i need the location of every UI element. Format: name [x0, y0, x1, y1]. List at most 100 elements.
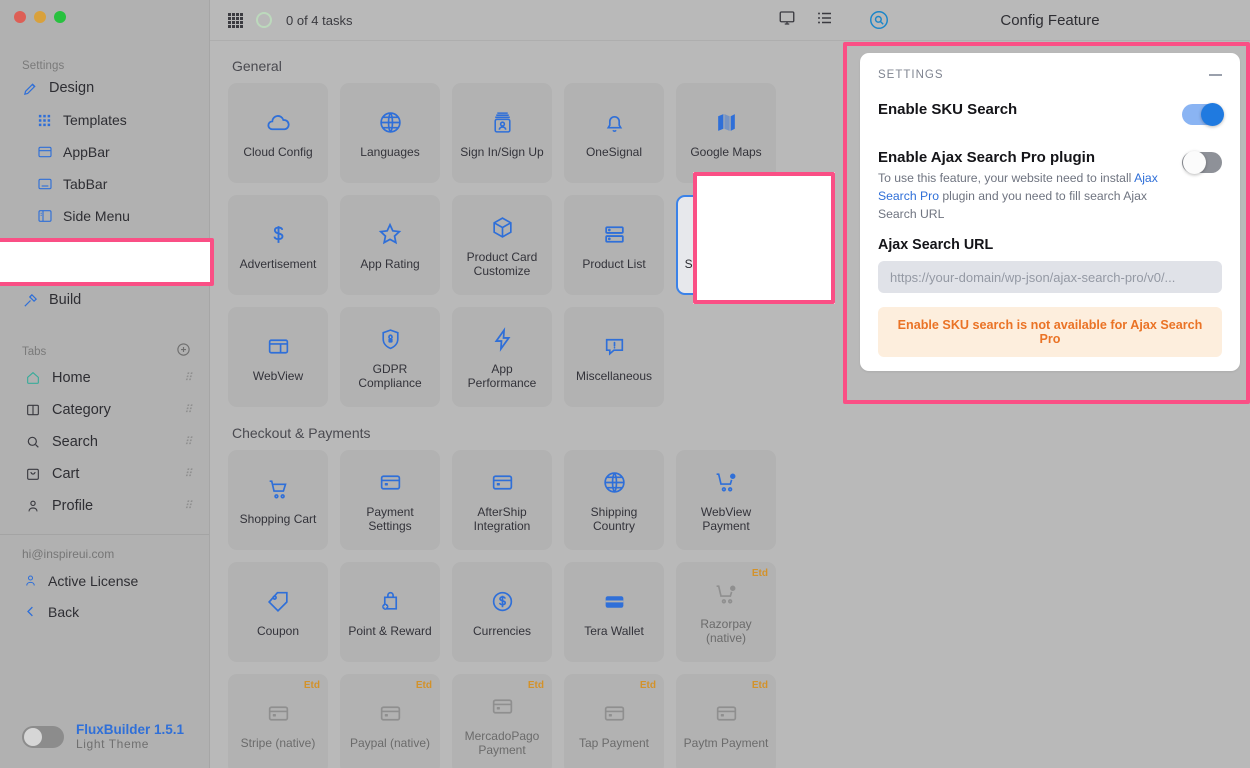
theme-toggle[interactable] — [22, 726, 64, 748]
zoom-button[interactable] — [54, 11, 66, 23]
sidebar-item-design[interactable]: Design — [0, 72, 209, 104]
chevron-left-icon — [22, 603, 39, 620]
status-badge: Etd — [303, 680, 320, 691]
ajax-search-url-input[interactable] — [878, 261, 1222, 293]
feature-card-coupon[interactable]: Coupon — [228, 562, 328, 662]
sidebar-item-appbar[interactable]: AppBar — [0, 136, 209, 168]
sidebar-tab-label: Profile — [52, 498, 94, 514]
build-icon — [22, 292, 39, 309]
feature-card-google-maps[interactable]: Google Maps — [676, 83, 776, 183]
drag-handle-icon[interactable]: ⠿ — [184, 468, 192, 479]
sidebar-item-tabbar[interactable]: TabBar — [0, 168, 209, 200]
drag-handle-icon[interactable]: ⠿ — [184, 404, 192, 415]
sidebar-tab-cart[interactable]: Cart ⠿ — [0, 458, 209, 490]
config-panel-header: Config Feature — [850, 0, 1250, 41]
status-badge: Etd — [639, 680, 656, 691]
design-icon — [22, 80, 39, 97]
feature-card-onesignal[interactable]: OneSignal — [564, 83, 664, 183]
sidebar-tab-home[interactable]: Home ⠿ — [0, 362, 209, 394]
feature-card-app-rating[interactable]: App Rating — [340, 195, 440, 295]
sidebar-settings-label: Settings — [22, 60, 65, 72]
star-icon — [377, 219, 403, 249]
feature-card-paypal-native[interactable]: Etd Paypal (native) — [340, 674, 440, 768]
group-title-general: General — [232, 58, 282, 74]
tag-icon — [266, 586, 291, 616]
sidebar-tab-search[interactable]: Search ⠿ — [0, 426, 209, 458]
feature-card-miscellaneous[interactable]: Miscellaneous — [564, 307, 664, 407]
dollar-icon — [266, 219, 291, 249]
card-grid-checkout: Shopping Cart Payment Settings AfterShip… — [210, 450, 850, 768]
plus-circle-icon[interactable] — [176, 342, 191, 362]
feature-card-shopping-cart[interactable]: Shopping Cart — [228, 450, 328, 550]
feature-card-point-reward[interactable]: Point & Reward — [340, 562, 440, 662]
feature-card-webview-payment[interactable]: WebView Payment — [676, 450, 776, 550]
feature-card-gdpr-compliance[interactable]: GDPR Compliance — [340, 307, 440, 407]
feature-card-label: Languages — [360, 145, 420, 159]
feature-card-payment-settings[interactable]: Payment Settings — [340, 450, 440, 550]
close-button[interactable] — [14, 11, 26, 23]
app-version: FluxBuilder 1.5.1 — [76, 722, 185, 737]
sidebar-item-side-menu[interactable]: Side Menu — [0, 200, 209, 232]
sidebar-item-build[interactable]: Build — [0, 284, 209, 316]
sidebar-tab-category[interactable]: Category ⠿ — [0, 394, 209, 426]
theme-toggle-knob — [24, 728, 42, 746]
search-icon — [24, 434, 41, 451]
feature-card-shipping-country[interactable]: Shipping Country — [564, 450, 664, 550]
monitor-icon[interactable] — [778, 9, 796, 32]
toggle-knob — [1183, 150, 1206, 174]
feature-card-sign-in-sign-up[interactable]: Sign In/Sign Up — [452, 83, 552, 183]
feature-card-label: Google Maps — [690, 145, 762, 159]
sidebar-item-label: Build — [49, 292, 82, 308]
enable-ajax-search-pro-toggle[interactable] — [1182, 150, 1222, 174]
feature-card-cloud-config[interactable]: Cloud Config — [228, 83, 328, 183]
feature-card-stripe-native[interactable]: Etd Stripe (native) — [228, 674, 328, 768]
theme-label: Light Theme — [76, 737, 150, 751]
minimize-button[interactable] — [34, 11, 46, 23]
feature-card-aftership-integration[interactable]: AfterShip Integration — [452, 450, 552, 550]
sidebar-tab-profile[interactable]: Profile ⠿ — [0, 490, 209, 522]
feature-card-product-list[interactable]: Product List — [564, 195, 664, 295]
feature-card-label: Sign In/Sign Up — [460, 145, 544, 159]
feature-card-label: Coupon — [256, 624, 300, 638]
feature-card-tap-payment[interactable]: Etd Tap Payment — [564, 674, 664, 768]
drag-handle-icon[interactable]: ⠿ — [184, 436, 192, 447]
tabs-header: Tabs — [0, 342, 209, 362]
feature-card-currencies[interactable]: Currencies — [452, 562, 552, 662]
minus-icon[interactable] — [1209, 74, 1222, 76]
feature-card-tera-wallet[interactable]: Tera Wallet — [564, 562, 664, 662]
feature-card-razorpay-native[interactable]: Etd Razorpay (native) — [676, 562, 776, 662]
feature-card-label: App Performance — [467, 362, 537, 390]
sku-warning-message: Enable SKU search is not available for A… — [878, 307, 1222, 357]
back-link[interactable]: Back — [0, 596, 209, 627]
sidebar-item-templates[interactable]: Templates — [0, 104, 209, 136]
sidebar-item-label: Templates — [63, 112, 127, 128]
active-license-link[interactable]: Active License — [0, 565, 209, 596]
grid-dots-icon[interactable] — [228, 13, 243, 28]
config-panel: Config Feature SETTINGS Enable SKU Searc… — [850, 0, 1250, 768]
annotation-backdrop-search-product — [693, 172, 835, 304]
main-toolbar: 0 of 4 tasks — [210, 0, 850, 41]
feature-card-label: Miscellaneous — [575, 369, 653, 383]
group-title-checkout-payments: Checkout & Payments — [232, 425, 371, 441]
cart-plus-icon — [714, 579, 739, 609]
feature-card-label: MercadoPago Payment — [464, 729, 540, 757]
feature-card-webview[interactable]: WebView — [228, 307, 328, 407]
id-card-icon — [490, 107, 515, 137]
globe-icon — [378, 107, 403, 137]
drag-handle-icon[interactable]: ⠿ — [184, 500, 192, 511]
features-scroll-area[interactable]: General Cloud Config Languages Sign In/S… — [210, 41, 850, 768]
enable-sku-search-toggle[interactable] — [1182, 102, 1224, 126]
credit-card-icon — [490, 467, 515, 497]
list-icon[interactable] — [816, 9, 834, 32]
feature-card-mercadopago-payment[interactable]: Etd MercadoPago Payment — [452, 674, 552, 768]
desc-part-before: To use this feature, your website need t… — [878, 171, 1135, 185]
feature-card-paytm-payment[interactable]: Etd Paytm Payment — [676, 674, 776, 768]
feature-card-app-performance[interactable]: App Performance — [452, 307, 552, 407]
drag-handle-icon[interactable]: ⠿ — [184, 372, 192, 383]
feature-card-advertisement[interactable]: Advertisement — [228, 195, 328, 295]
feature-card-product-card-customize[interactable]: Product Card Customize — [452, 195, 552, 295]
feature-card-label: Tera Wallet — [584, 624, 644, 638]
feature-card-label: Point & Reward — [348, 624, 432, 638]
feature-card-languages[interactable]: Languages — [340, 83, 440, 183]
feature-card-label: Currencies — [472, 624, 532, 638]
